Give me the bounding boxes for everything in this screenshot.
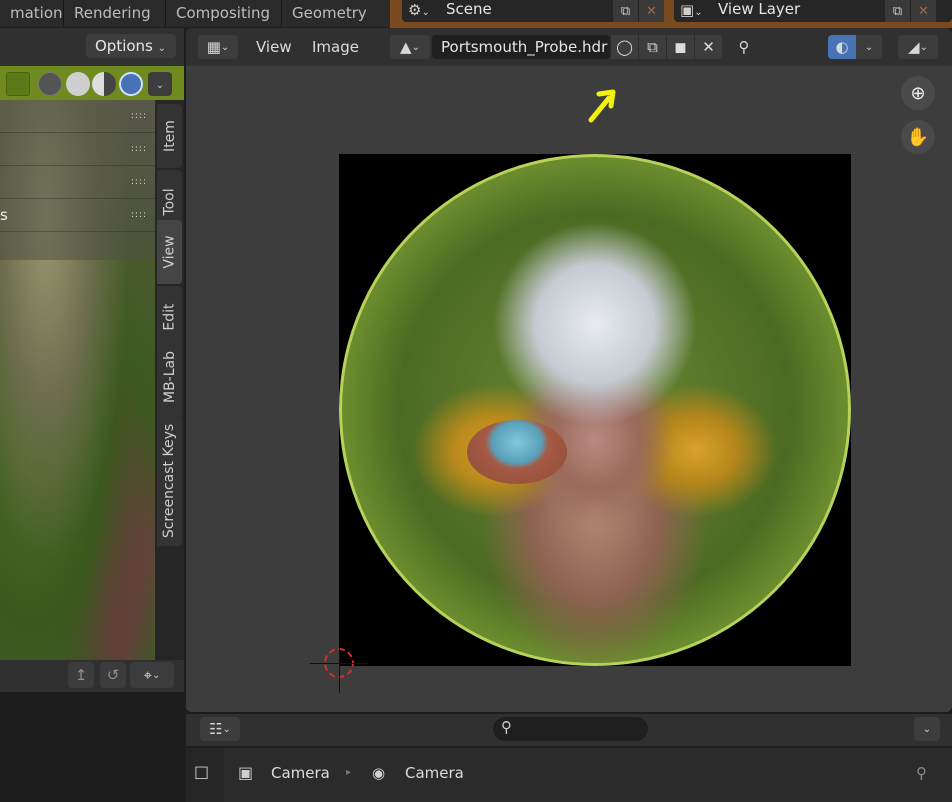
close-icon[interactable]: ✕ [694,35,722,59]
image-name-field[interactable]: Portsmouth_Probe.hdr [432,35,610,59]
drag-handle-icon[interactable]: :::: [131,210,147,220]
image-editor[interactable]: ▦ ⌄ View Image ▲ ⌄ Portsmouth_Probe.hdr ◯ … [186,28,952,712]
chevron-down-icon: ⌄ [157,43,167,54]
chevron-down-icon[interactable]: ⌄ [856,35,882,59]
workspace-tab-geometry-nodes[interactable]: Geometry Nc [282,0,392,48]
sidebar-tabs: Item Tool View Edit MB-Lab Screencast Ke… [155,100,184,660]
camera-data-icon: ◉ [372,764,386,782]
menu-view[interactable]: View [256,36,292,58]
breadcrumb: ▣ Camera ▸ ◉ Camera ⚲ [186,748,952,802]
camera-object-icon: ▣ [238,763,254,782]
scene-name[interactable]: Scene [446,0,492,19]
duplicate-icon[interactable]: ⧉ [884,0,910,22]
breadcrumb-separator-icon: ▸ [346,767,352,778]
scene-selector[interactable]: ⚙⌄ Scene ⧉ ✕ [402,0,664,22]
workspace-tab-animation[interactable]: mation [0,0,64,27]
snap-icon[interactable]: ↺ [100,662,126,688]
pin-icon[interactable]: ⚲ [730,35,758,59]
drag-handle-icon[interactable]: :::: [131,111,147,121]
image-canvas[interactable] [339,154,851,666]
display-channels-icon[interactable]: ◢ ⌄ [898,35,938,59]
workspace-tab-label: mation [10,4,63,22]
fake-user-shield-icon[interactable]: ◯ [610,35,638,59]
image-browse-icon[interactable]: ▲ ⌄ [390,35,430,59]
scene-selector-area: ⚙⌄ Scene ⧉ ✕ ▣⌄ View Layer ⧉ ✕ [390,0,952,28]
search-icon: ⚲ [501,718,512,736]
view-layer-icon[interactable]: ▣⌄ [680,1,703,19]
image-editor-header: ▦ ⌄ View Image ▲ ⌄ Portsmouth_Probe.hdr ◯ … [186,28,952,66]
editor-type-icon[interactable]: ☷ ⌄ [200,717,240,741]
breadcrumb-item[interactable]: Camera [405,762,464,784]
hdr-probe-image [339,154,851,666]
scene-icon[interactable]: ⚙⌄ [408,1,430,19]
material-preview-shading-icon[interactable] [92,72,116,96]
snap-target-icon[interactable]: ⌖ ⌄ [130,662,174,688]
tab-item[interactable]: Item [157,104,182,168]
3d-viewport[interactable]: Options ⌄ ⌄ :::: :::: :::: s:::: Item To… [0,28,184,692]
panel-row-label: s [0,206,8,224]
pin-icon[interactable]: ⚲ [916,762,927,784]
tab-label: Tool [161,188,178,216]
close-icon[interactable]: ✕ [638,0,664,22]
tab-label: Item [161,120,178,152]
tab-view[interactable]: View [157,220,182,284]
solid-shading-icon[interactable] [66,72,90,96]
panel-row[interactable]: :::: [0,166,155,199]
chevron-down-icon[interactable]: ⌄ [148,72,172,96]
chevron-down-icon[interactable]: ⌄ [914,717,940,741]
view-layer-name[interactable]: View Layer [718,0,800,19]
tab-label: Screencast Keys [161,423,178,539]
tab-label: MB-Lab [161,350,178,404]
rendered-shading-icon[interactable] [119,72,143,96]
workspace-tab-rendering[interactable]: Rendering [64,0,166,27]
editor-type-icon[interactable]: ▦ ⌄ [198,35,238,59]
tab-mb-lab[interactable]: MB-Lab [157,336,182,418]
zoom-icon[interactable]: ⊕ [901,76,935,110]
search-input[interactable]: ⚲ [493,717,648,741]
workspace-tab-label: Rendering [74,4,151,22]
panel-row[interactable]: :::: [0,100,155,133]
panel-row[interactable]: s:::: [0,199,155,232]
sidebar-panel: :::: :::: :::: s:::: [0,100,155,260]
breadcrumb-item[interactable]: Camera [271,762,330,784]
transform-pivot-icon[interactable]: ↥ [68,662,94,688]
viewport-footer: ↥ ↺ ⌖ ⌄ [0,660,184,692]
panel-row[interactable]: :::: [0,133,155,166]
overlay-icon[interactable]: ◐ [828,35,856,59]
tab-screencast-keys[interactable]: Screencast Keys [157,416,182,546]
close-icon[interactable]: ✕ [910,0,936,22]
options-dropdown[interactable]: Options ⌄ [86,34,176,58]
duplicate-icon[interactable]: ⧉ [612,0,638,22]
workspace-tab-compositing[interactable]: Compositing [166,0,282,27]
duplicate-icon[interactable]: ⧉ [638,35,666,59]
options-label: Options [95,37,153,55]
xray-toggle-icon[interactable] [6,72,30,96]
fountain-detail [467,420,567,484]
tab-label: View [161,235,178,269]
menu-image[interactable]: Image [312,36,359,58]
view-layer-selector[interactable]: ▣⌄ View Layer ⧉ ✕ [674,0,952,22]
bottom-editor-header: ☷ ⌄ ⚲ ⌄ [186,714,952,746]
cursor-crosshair [339,648,340,693]
drag-handle-icon[interactable]: :::: [131,144,147,154]
workspace-tab-label: Compositing [176,4,271,22]
wireframe-shading-icon[interactable] [38,72,62,96]
shading-toolbar: ⌄ [0,66,184,100]
tab-label: Edit [161,303,178,331]
drag-handle-icon[interactable]: :::: [131,177,147,187]
hand-pan-icon[interactable]: ✋ [901,120,935,154]
annotation-arrow-icon [588,89,616,123]
viewport-header: Options ⌄ [0,28,184,64]
folder-icon[interactable]: ◼ [666,35,694,59]
